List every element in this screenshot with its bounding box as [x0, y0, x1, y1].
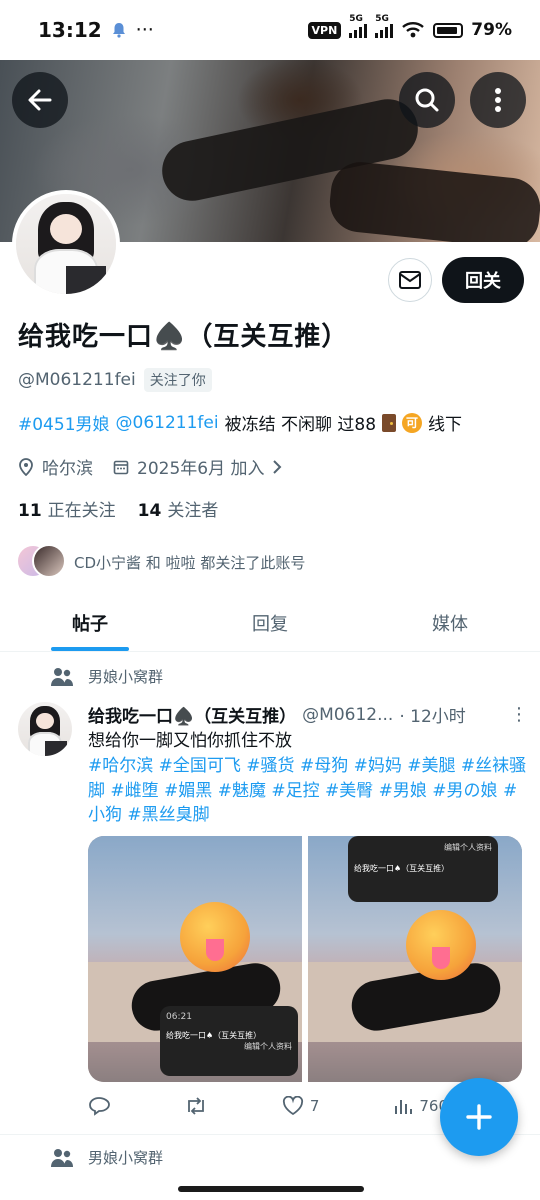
ke-badge-icon: 可: [402, 412, 423, 433]
reply-icon: [89, 1097, 110, 1116]
more-options-button[interactable]: [470, 72, 526, 128]
like-count: 7: [309, 1097, 320, 1115]
profile-handle: @M061211fei: [18, 370, 136, 390]
search-icon: [415, 88, 439, 112]
follows-you-badge: 关注了你: [143, 368, 212, 392]
heart-icon: [282, 1096, 303, 1116]
profile-name: 给我吃一口♠️（互关互推）: [18, 322, 349, 352]
door-icon: [382, 413, 397, 432]
bio-text: 被冻结 不闲聊 过88: [224, 415, 377, 435]
message-button[interactable]: [388, 258, 432, 302]
back-button[interactable]: [12, 72, 68, 128]
signal-icon-2: 5G: [375, 14, 394, 38]
mail-icon: [399, 271, 421, 289]
profile-bio: #0451男娘 @061211fei 被冻结 不闲聊 过88 可 线下: [18, 410, 462, 435]
status-time: 13:12: [38, 18, 102, 42]
repost-button[interactable]: [184, 1096, 208, 1116]
post-header: 给我吃一口♠️（互关互推） @M0612... · 12小时 ⋮: [88, 702, 528, 727]
chevron-right-icon[interactable]: [272, 459, 282, 475]
profile-meta: 哈尔滨 2025年6月 加入: [18, 454, 282, 479]
profile-avatar[interactable]: [12, 190, 120, 298]
status-more-dots: ···: [135, 19, 154, 41]
vpn-badge: VPN: [307, 21, 342, 39]
community-label[interactable]: 男娘小窝群: [50, 666, 163, 687]
handle-row: @M061211fei 关注了你: [18, 368, 212, 392]
battery-percent: 79%: [471, 20, 512, 40]
plus-icon: [466, 1104, 492, 1130]
status-bar: 13:12 ··· VPN 5G 5G 79%: [0, 0, 540, 60]
wifi-icon: [402, 22, 425, 38]
tab-media[interactable]: 媒体: [360, 594, 540, 651]
profile-joined: 2025年6月 加入: [137, 459, 265, 479]
compose-button[interactable]: [440, 1078, 518, 1156]
notification-bell-icon: [112, 23, 125, 38]
tab-posts[interactable]: 帖子: [0, 594, 180, 651]
arrow-left-icon: [28, 89, 52, 111]
community-icon: [51, 667, 73, 686]
home-indicator[interactable]: [178, 1186, 364, 1192]
post-text: 想给你一脚又怕你抓住不放: [88, 731, 292, 751]
follow-stats: 11 正在关注 14 关注者: [18, 496, 218, 521]
post-actions: 7 760: [88, 1096, 448, 1116]
post-time: · 12小时: [399, 707, 466, 727]
post-more-icon[interactable]: ⋮: [510, 704, 528, 725]
like-button[interactable]: 7: [282, 1096, 320, 1116]
followers-stat[interactable]: 14 关注者: [138, 496, 219, 521]
community-icon: [51, 1148, 73, 1167]
calendar-icon: [113, 460, 129, 474]
bio-mention[interactable]: @061211fei: [116, 413, 219, 433]
more-vertical-icon: [495, 88, 501, 112]
post-author-handle: @M0612...: [302, 704, 394, 725]
follow-back-button[interactable]: 回关: [442, 257, 524, 303]
followed-by-row[interactable]: CD小宁酱 和 啦啦 都关注了此账号: [16, 544, 305, 580]
followed-by-text: CD小宁酱 和 啦啦 都关注了此账号: [74, 553, 306, 572]
bio-hashtag[interactable]: #0451男娘: [18, 410, 110, 435]
location-pin-icon: [19, 457, 33, 476]
reply-button[interactable]: [88, 1096, 110, 1116]
face-emoji-icon: [406, 910, 476, 980]
following-stat[interactable]: 11 正在关注: [18, 496, 116, 521]
profile-location: 哈尔滨: [42, 459, 93, 479]
post-avatar[interactable]: [18, 702, 72, 756]
battery-icon: [433, 22, 464, 38]
post-image-1[interactable]: 06:21 给我吃一口♠（互关互推） 编辑个人资料: [88, 836, 302, 1082]
profile-tabs: 帖子 回复 媒体: [0, 594, 540, 652]
phone-screen: 编辑个人资料 给我吃一口♠（互关互推）: [348, 836, 498, 902]
views-chart-icon: [395, 1100, 413, 1114]
tab-replies[interactable]: 回复: [180, 594, 360, 651]
community-label-next[interactable]: 男娘小窝群: [50, 1147, 163, 1168]
post-author-name[interactable]: 给我吃一口♠️（互关互推）: [88, 702, 296, 727]
bio-text-2: 线下: [428, 415, 463, 435]
search-button[interactable]: [399, 72, 455, 128]
repost-icon: [188, 1097, 204, 1115]
face-emoji-icon: [180, 902, 250, 972]
post-hashtags[interactable]: #哈尔滨 #全国可飞 #骚货 #母狗 #妈妈 #美腿 #丝袜骚脚 #雌堕 #媚黑…: [88, 754, 530, 828]
followed-by-avatars: [16, 544, 66, 580]
post-image-2[interactable]: 编辑个人资料 给我吃一口♠（互关互推）: [308, 836, 522, 1082]
phone-screen: 06:21 给我吃一口♠（互关互推） 编辑个人资料: [160, 1006, 298, 1076]
signal-icon-1: 5G: [349, 14, 368, 38]
